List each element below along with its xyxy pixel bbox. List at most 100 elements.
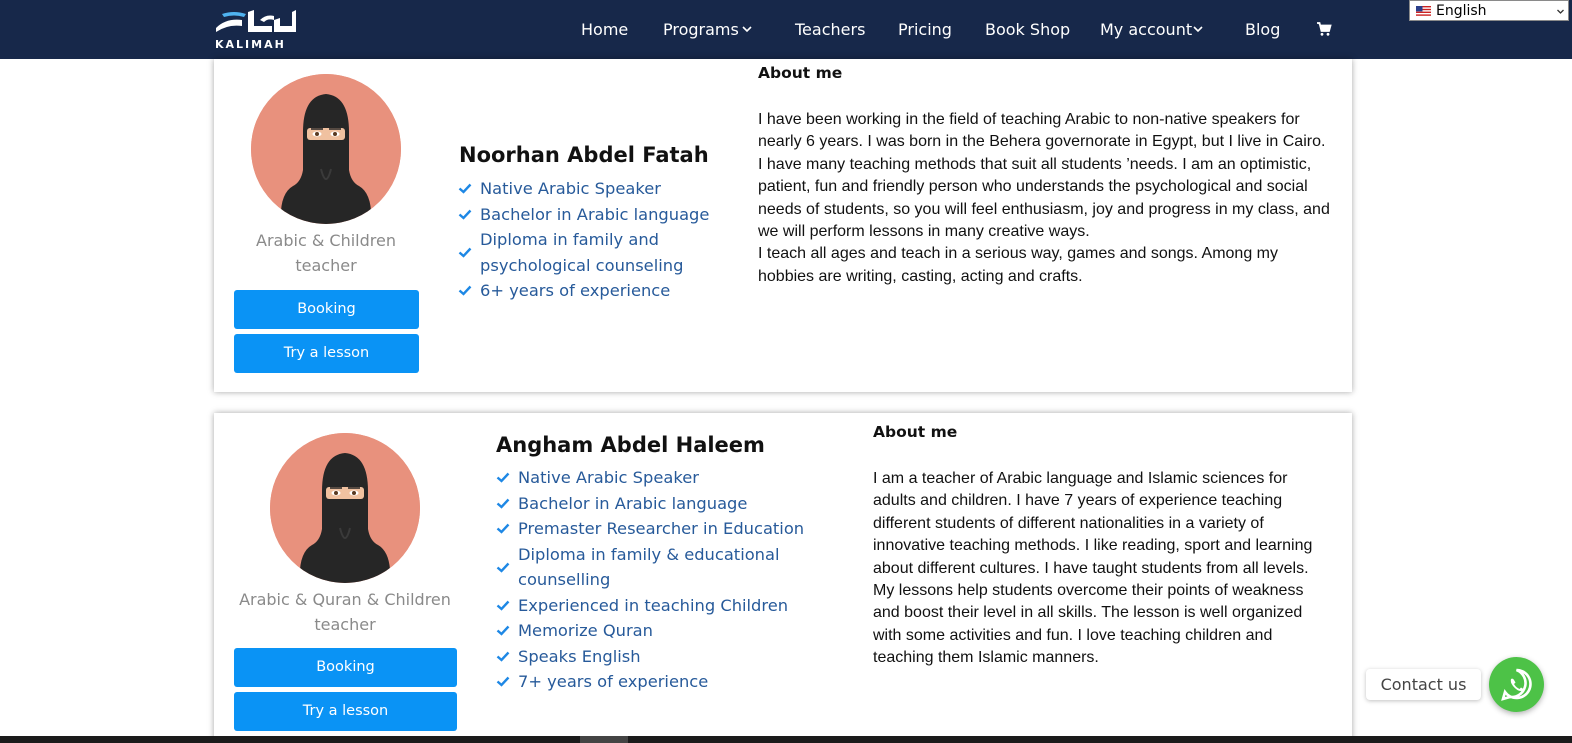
teacher-role: Arabic & Quran & Children teacher xyxy=(224,587,466,637)
teacher-avatar xyxy=(251,74,401,224)
check-icon xyxy=(496,651,510,662)
about-line: I am a teacher of Arabic language and Is… xyxy=(873,470,1288,487)
check-icon xyxy=(458,209,472,220)
teacher-role-line: teacher xyxy=(295,256,357,275)
check-icon xyxy=(458,183,472,194)
qualification-item: 6+ years of experience xyxy=(458,278,738,304)
qualification-text: Diploma in family and psychological coun… xyxy=(480,230,684,275)
niqab-avatar-icon xyxy=(270,433,420,583)
cart-icon[interactable] xyxy=(1316,21,1332,37)
about-text: I am a teacher of Arabic language and Is… xyxy=(873,468,1343,670)
check-icon xyxy=(496,625,510,636)
qualification-text: Bachelor in Arabic language xyxy=(480,204,710,224)
about-line: we will perform lessons in many creative… xyxy=(758,223,1090,241)
qualification-text: Premaster Researcher in Education xyxy=(518,519,805,538)
qualifications-list: Native Arabic Speaker Bachelor in Arabic… xyxy=(458,176,738,304)
about-line: adults and children. I have 7 years of e… xyxy=(873,492,1283,510)
qualification-item: Experienced in teaching Children xyxy=(496,593,816,619)
qualification-text: 7+ years of experience xyxy=(518,672,709,691)
qualification-text: Speaks English xyxy=(518,646,641,666)
qualification-item: Native Arabic Speaker xyxy=(496,465,816,491)
try-lesson-button[interactable]: Try a lesson xyxy=(234,692,457,731)
qualification-text: Diploma in family & educational counsell… xyxy=(518,544,780,590)
check-icon xyxy=(496,523,510,534)
teacher-avatar xyxy=(270,433,420,583)
us-flag-icon xyxy=(1416,6,1431,16)
niqab-avatar-icon xyxy=(251,74,401,224)
nav-book-shop[interactable]: Book Shop xyxy=(985,20,1070,39)
qualification-item: Native Arabic Speaker xyxy=(458,176,738,202)
check-icon xyxy=(496,498,510,509)
qualification-item: 7+ years of experience xyxy=(496,669,816,695)
qualification-text: Native Arabic Speaker xyxy=(518,468,699,487)
teacher-role-line: Arabic & Children xyxy=(256,231,396,250)
nav-blog[interactable]: Blog xyxy=(1245,20,1280,39)
about-line: My lessons help students overcome their … xyxy=(873,582,1304,600)
horizontal-scrollbar[interactable] xyxy=(0,736,1572,743)
about-line: hobbies are writing, casting, acting and… xyxy=(758,267,1083,285)
qualification-item: Diploma in family & educational counsell… xyxy=(496,542,816,593)
qualification-text: Experienced in teaching Children xyxy=(518,595,789,615)
about-line: patient, fun and friendly person who und… xyxy=(758,178,1308,196)
nav-my-account[interactable]: My account xyxy=(1100,20,1192,39)
check-icon xyxy=(496,600,510,611)
qualification-text: Memorize Quran xyxy=(518,621,653,640)
about-line: innovative teaching methods. I like read… xyxy=(873,537,1313,555)
logo-mark-icon xyxy=(216,10,296,32)
qualification-item: Speaks English xyxy=(496,644,816,670)
nav-programs[interactable]: Programs xyxy=(663,20,739,39)
about-line: nearly 6 years. I was born in the Behera… xyxy=(758,133,1326,151)
chevron-down-icon[interactable] xyxy=(1192,23,1204,35)
language-label: English xyxy=(1436,3,1487,19)
nav-teachers[interactable]: Teachers xyxy=(795,20,865,39)
check-icon xyxy=(458,285,472,296)
about-line: teaching them Islamic manners. xyxy=(873,649,1099,667)
teacher-name: Noorhan Abdel Fatah xyxy=(459,143,709,167)
about-line: needs of students, so you will feel enth… xyxy=(758,200,1330,218)
language-selector[interactable]: English xyxy=(1409,0,1569,21)
whatsapp-button[interactable] xyxy=(1489,657,1544,712)
teacher-role: Arabic & Children teacher xyxy=(236,228,416,278)
about-line: I have many teaching methods that suit a… xyxy=(758,155,1312,173)
check-icon xyxy=(496,562,510,573)
check-icon xyxy=(458,247,472,258)
site-header: KALIMAH Home Programs Teachers Pricing B… xyxy=(0,0,1572,59)
qualification-text: 6+ years of experience xyxy=(480,281,671,300)
logo-text: KALIMAH xyxy=(215,38,286,51)
qualification-item: Bachelor in Arabic language xyxy=(458,202,738,228)
kalimah-logo[interactable]: KALIMAH xyxy=(212,6,296,52)
about-line: I have been working in the field of teac… xyxy=(758,111,1300,128)
qualification-text: Bachelor in Arabic language xyxy=(518,493,748,513)
teacher-role-line: Arabic & Quran & Children xyxy=(239,590,451,609)
chevron-down-icon xyxy=(1557,9,1564,14)
check-icon xyxy=(496,676,510,687)
nav-home[interactable]: Home xyxy=(581,20,628,39)
whatsapp-icon xyxy=(1501,668,1532,701)
scrollbar-thumb[interactable] xyxy=(580,736,628,743)
about-heading: About me xyxy=(873,423,958,441)
teacher-name: Angham Abdel Haleem xyxy=(496,433,765,457)
qualification-item: Premaster Researcher in Education xyxy=(496,516,816,542)
about-line: I teach all ages and teach in a serious … xyxy=(758,245,1278,263)
about-line: about different cultures. I have taught … xyxy=(873,559,1309,577)
qualification-item: Memorize Quran xyxy=(496,618,816,644)
qualifications-list: Native Arabic Speaker Bachelor in Arabic… xyxy=(496,465,816,695)
booking-button[interactable]: Booking xyxy=(234,648,457,687)
about-heading: About me xyxy=(758,64,843,82)
about-line: and boost their level in all skills. The… xyxy=(873,604,1303,622)
check-icon xyxy=(496,472,510,483)
booking-button[interactable]: Booking xyxy=(234,290,419,329)
qualification-item: Bachelor in Arabic language xyxy=(496,491,816,517)
try-lesson-button[interactable]: Try a lesson xyxy=(234,334,419,373)
teacher-card: Arabic & Children teacher Booking Try a … xyxy=(214,59,1352,392)
about-line: with some activities and fun. I love tea… xyxy=(873,626,1273,644)
teacher-card: Arabic & Quran & Children teacher Bookin… xyxy=(214,413,1352,743)
qualification-item: Diploma in family and psychological coun… xyxy=(458,227,738,278)
contact-us-label[interactable]: Contact us xyxy=(1366,669,1481,700)
qualification-text: Native Arabic Speaker xyxy=(480,179,661,198)
about-line: different students of different national… xyxy=(873,514,1264,532)
about-text: I have been working in the field of teac… xyxy=(758,109,1348,288)
teacher-role-line: teacher xyxy=(314,615,376,634)
chevron-down-icon[interactable] xyxy=(741,23,753,35)
nav-pricing[interactable]: Pricing xyxy=(898,20,952,39)
